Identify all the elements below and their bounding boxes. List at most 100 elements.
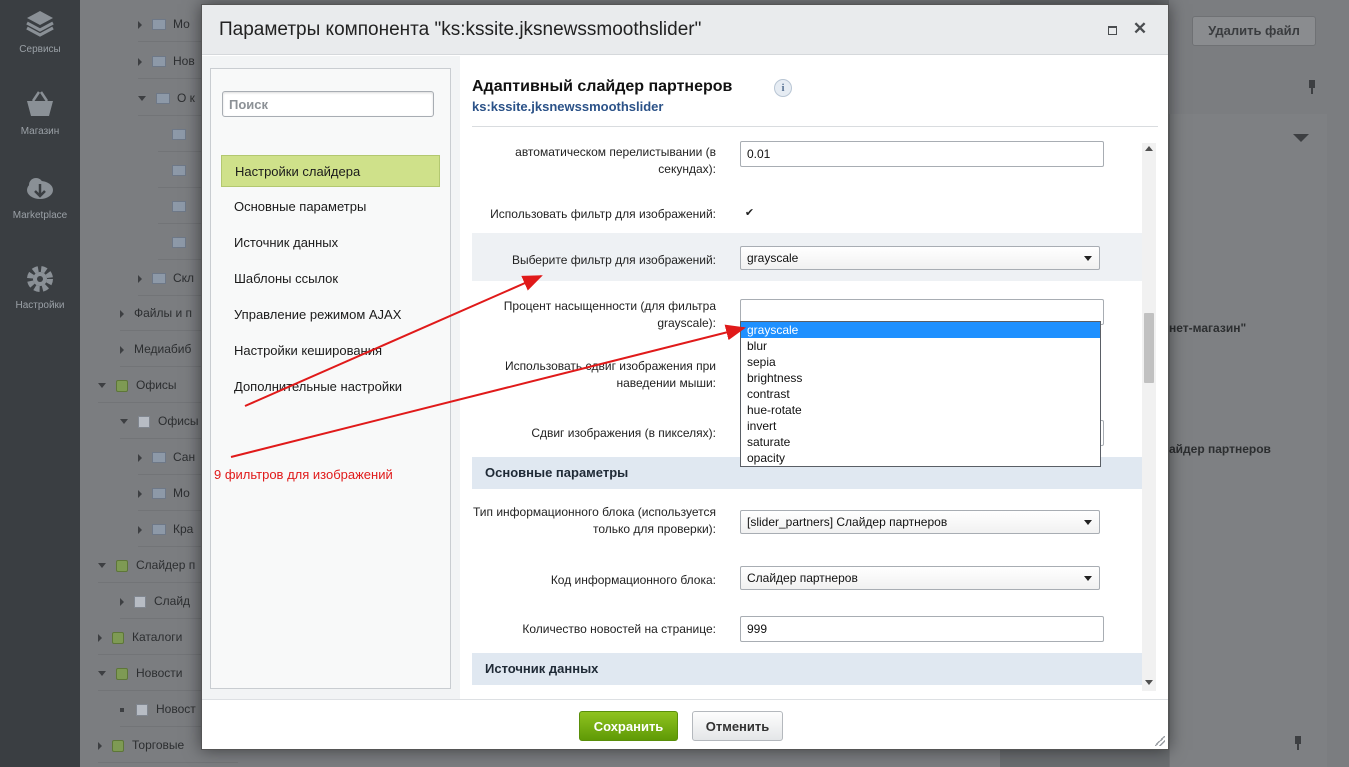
collapse-icon[interactable] bbox=[98, 671, 106, 677]
scroll-down-icon[interactable] bbox=[1145, 680, 1153, 685]
tree-row-label: Скл bbox=[173, 271, 195, 285]
dialog-body: Настройки слайдера Основные параметры Ис… bbox=[202, 56, 1168, 699]
iblock-code-value: Слайдер партнеров bbox=[747, 571, 858, 585]
rail-item-label: Магазин bbox=[20, 126, 60, 137]
save-button[interactable]: Сохранить bbox=[579, 711, 678, 741]
filter-option[interactable]: blur bbox=[741, 338, 1100, 354]
resize-grip[interactable] bbox=[1155, 736, 1165, 746]
expand-icon[interactable] bbox=[120, 597, 124, 606]
rail-item-label: Настройки bbox=[15, 300, 65, 311]
folder-icon bbox=[152, 452, 166, 464]
filter-option[interactable]: contrast bbox=[741, 386, 1100, 402]
search-input[interactable] bbox=[222, 91, 434, 117]
section-data-source[interactable]: Источник данных bbox=[472, 653, 1142, 685]
filter-option[interactable]: hue-rotate bbox=[741, 402, 1100, 418]
tree-row-label: Торговые bbox=[132, 738, 185, 752]
sidebar-item-data-source[interactable]: Источник данных bbox=[221, 227, 440, 259]
chevron-down-icon bbox=[1084, 520, 1092, 525]
maximize-icon[interactable] bbox=[1108, 26, 1117, 35]
tree-row-label: Мо bbox=[173, 486, 190, 500]
shift-px-label: Сдвиг изображения (в пикселях): bbox=[531, 426, 716, 440]
content-panel: Адаптивный слайдер партнеров i ks:kssite… bbox=[460, 56, 1168, 699]
folder-icon bbox=[152, 19, 166, 31]
sidebar-item-main-params[interactable]: Основные параметры bbox=[221, 191, 440, 223]
filter-option[interactable]: grayscale bbox=[741, 322, 1100, 338]
expand-icon[interactable] bbox=[98, 741, 102, 750]
info-icon[interactable]: i bbox=[774, 79, 792, 97]
content-scrollbar[interactable] bbox=[1142, 143, 1156, 691]
component-code: ks:kssite.jksnewssmoothslider bbox=[472, 99, 664, 114]
sidebar-item-additional[interactable]: Дополнительные настройки bbox=[221, 371, 440, 403]
expand-icon[interactable] bbox=[120, 309, 124, 318]
rail-item-settings[interactable]: Настройки bbox=[0, 262, 80, 311]
expand-icon[interactable] bbox=[98, 633, 102, 642]
rail-item-shop[interactable]: Магазин bbox=[0, 88, 80, 137]
expand-icon[interactable] bbox=[138, 20, 142, 29]
news-count-input[interactable]: 999 bbox=[740, 616, 1104, 642]
tree-row-label: Файлы и п bbox=[134, 306, 192, 320]
auto-scroll-label: автоматическом перелистывании (в секунда… bbox=[515, 145, 716, 176]
filter-option[interactable]: saturate bbox=[741, 434, 1100, 450]
rail-item-label: Marketplace bbox=[12, 210, 68, 221]
scroll-up-icon[interactable] bbox=[1145, 146, 1153, 151]
expand-icon[interactable] bbox=[138, 525, 142, 534]
hover-shift-label: Использовать сдвиг изображения при навед… bbox=[504, 359, 716, 390]
collapse-icon[interactable] bbox=[138, 96, 146, 102]
pin-icon[interactable] bbox=[1307, 80, 1317, 94]
iblock-code-select[interactable]: Слайдер партнеров bbox=[740, 566, 1100, 590]
basket-icon bbox=[27, 91, 53, 116]
layers-icon bbox=[26, 11, 54, 37]
tree-row-label: Офисы bbox=[136, 378, 177, 392]
chevron-down-icon[interactable] bbox=[1293, 134, 1309, 142]
tree-row-label: Офисы bbox=[158, 414, 199, 428]
collapse-icon[interactable] bbox=[98, 383, 106, 389]
iblock-icon bbox=[136, 703, 148, 716]
expand-icon[interactable] bbox=[138, 57, 142, 66]
rail-item-marketplace[interactable]: Marketplace bbox=[0, 172, 80, 221]
filter-option[interactable]: brightness bbox=[741, 370, 1100, 386]
folder-icon bbox=[152, 273, 166, 285]
delete-file-button[interactable]: Удалить файл bbox=[1192, 16, 1316, 46]
auto-scroll-input[interactable]: 0.01 bbox=[740, 141, 1104, 167]
folder-icon bbox=[172, 201, 186, 213]
gear-icon bbox=[27, 266, 53, 292]
news-count-label: Количество новостей на странице: bbox=[522, 622, 716, 636]
tree-row-label: Медиабиб bbox=[134, 342, 192, 356]
site-icon bbox=[112, 631, 124, 644]
collapse-icon[interactable] bbox=[120, 419, 128, 425]
pin-icon[interactable] bbox=[1293, 736, 1303, 750]
filter-option[interactable]: invert bbox=[741, 418, 1100, 434]
sidebar-item-caching[interactable]: Настройки кеширования bbox=[221, 335, 440, 367]
filter-option[interactable]: sepia bbox=[741, 354, 1100, 370]
close-icon[interactable]: ✕ bbox=[1130, 19, 1150, 39]
choose-filter-label: Выберите фильтр для изображений: bbox=[511, 253, 716, 267]
iblock-icon bbox=[134, 595, 146, 608]
folder-icon bbox=[172, 165, 186, 177]
expand-icon[interactable] bbox=[138, 489, 142, 498]
sidebar-item-ajax-mode[interactable]: Управление режимом AJAX bbox=[221, 299, 440, 331]
expand-icon[interactable] bbox=[138, 453, 142, 462]
site-icon bbox=[112, 739, 124, 752]
expand-icon[interactable] bbox=[138, 274, 142, 283]
form-area: автоматическом перелистывании (в секунда… bbox=[472, 136, 1142, 689]
content-title: Адаптивный слайдер партнеров bbox=[472, 78, 733, 95]
folder-icon bbox=[172, 237, 186, 249]
rail-item-services[interactable]: Сервисы bbox=[0, 6, 80, 55]
component-params-dialog: Параметры компонента "ks:kssite.jksnewss… bbox=[201, 4, 1169, 750]
scroll-thumb[interactable] bbox=[1144, 313, 1154, 383]
sidebar-item-link-templates[interactable]: Шаблоны ссылок bbox=[221, 263, 440, 295]
sidebar-item-slider-settings[interactable]: Настройки слайдера bbox=[221, 155, 440, 187]
bullet-icon bbox=[120, 707, 124, 712]
use-filter-checkbox[interactable]: ✔ bbox=[744, 208, 755, 219]
collapse-icon[interactable] bbox=[98, 563, 106, 569]
background-text: нет-магазин" bbox=[1169, 321, 1247, 335]
iblock-type-select[interactable]: [slider_partners] Слайдер партнеров bbox=[740, 510, 1100, 534]
filter-option[interactable]: opacity bbox=[741, 450, 1100, 466]
cancel-button[interactable]: Отменить bbox=[692, 711, 783, 741]
filter-select[interactable]: grayscale bbox=[740, 246, 1100, 270]
dialog-title: Параметры компонента "ks:kssite.jksnewss… bbox=[219, 19, 702, 40]
expand-icon[interactable] bbox=[120, 345, 124, 354]
left-rail: Сервисы Магазин Marketplace Настройки bbox=[0, 0, 80, 767]
dialog-header[interactable]: Параметры компонента "ks:kssite.jksnewss… bbox=[202, 5, 1168, 55]
iblock-type-label: Тип информационного блока (используется … bbox=[472, 505, 716, 536]
